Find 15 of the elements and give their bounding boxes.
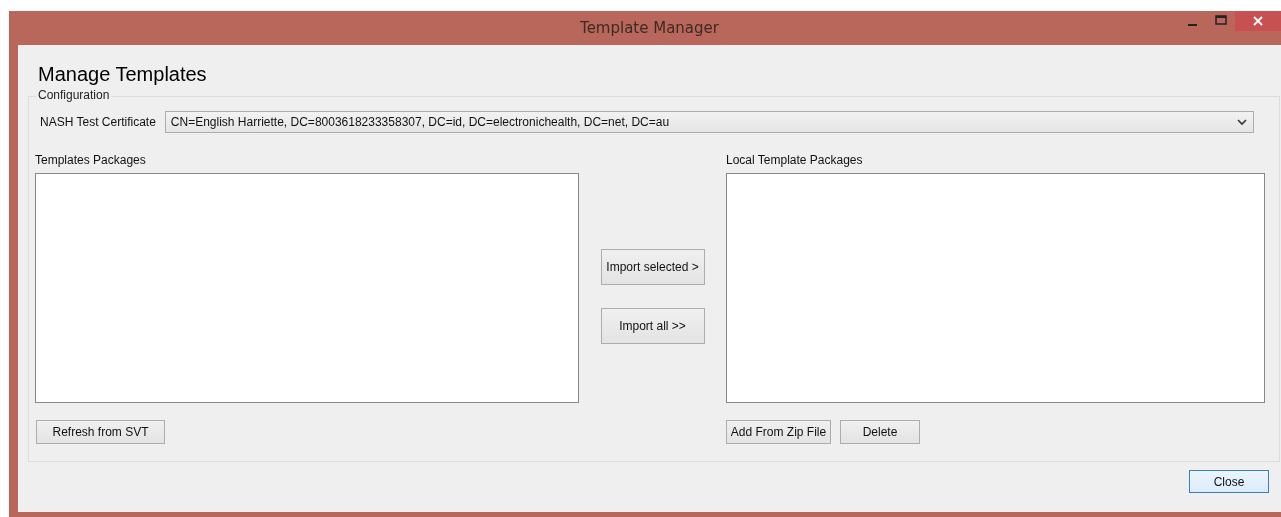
import-button[interactable]: Import selected > [600,249,705,285]
certificate-dropdown[interactable]: CN=English Harriette, DC=8003618233358307, DC=id, DC=electronichealth, DC=net, DC=au [164,111,1254,133]
certificate-label: NASH Test Certificate [40,115,156,129]
close-icon[interactable] [1235,11,1281,31]
chevron-down-icon [1236,118,1247,126]
list-label: Templates Packages [35,153,147,167]
import-button[interactable]: Import all >> [600,308,705,344]
group-legend: Configuration [36,88,112,102]
close-button[interactable]: Close [1189,470,1269,493]
list-label: Local Template Packages [726,153,864,167]
dialog-heading: Manage Templates [38,63,208,87]
add-from-zip-button[interactable]: Add From Zip File [726,420,831,444]
delete-button[interactable]: Delete [840,420,920,444]
refresh-button[interactable]: Refresh from SVT [36,420,165,444]
window-title: Template Manager [580,19,719,37]
